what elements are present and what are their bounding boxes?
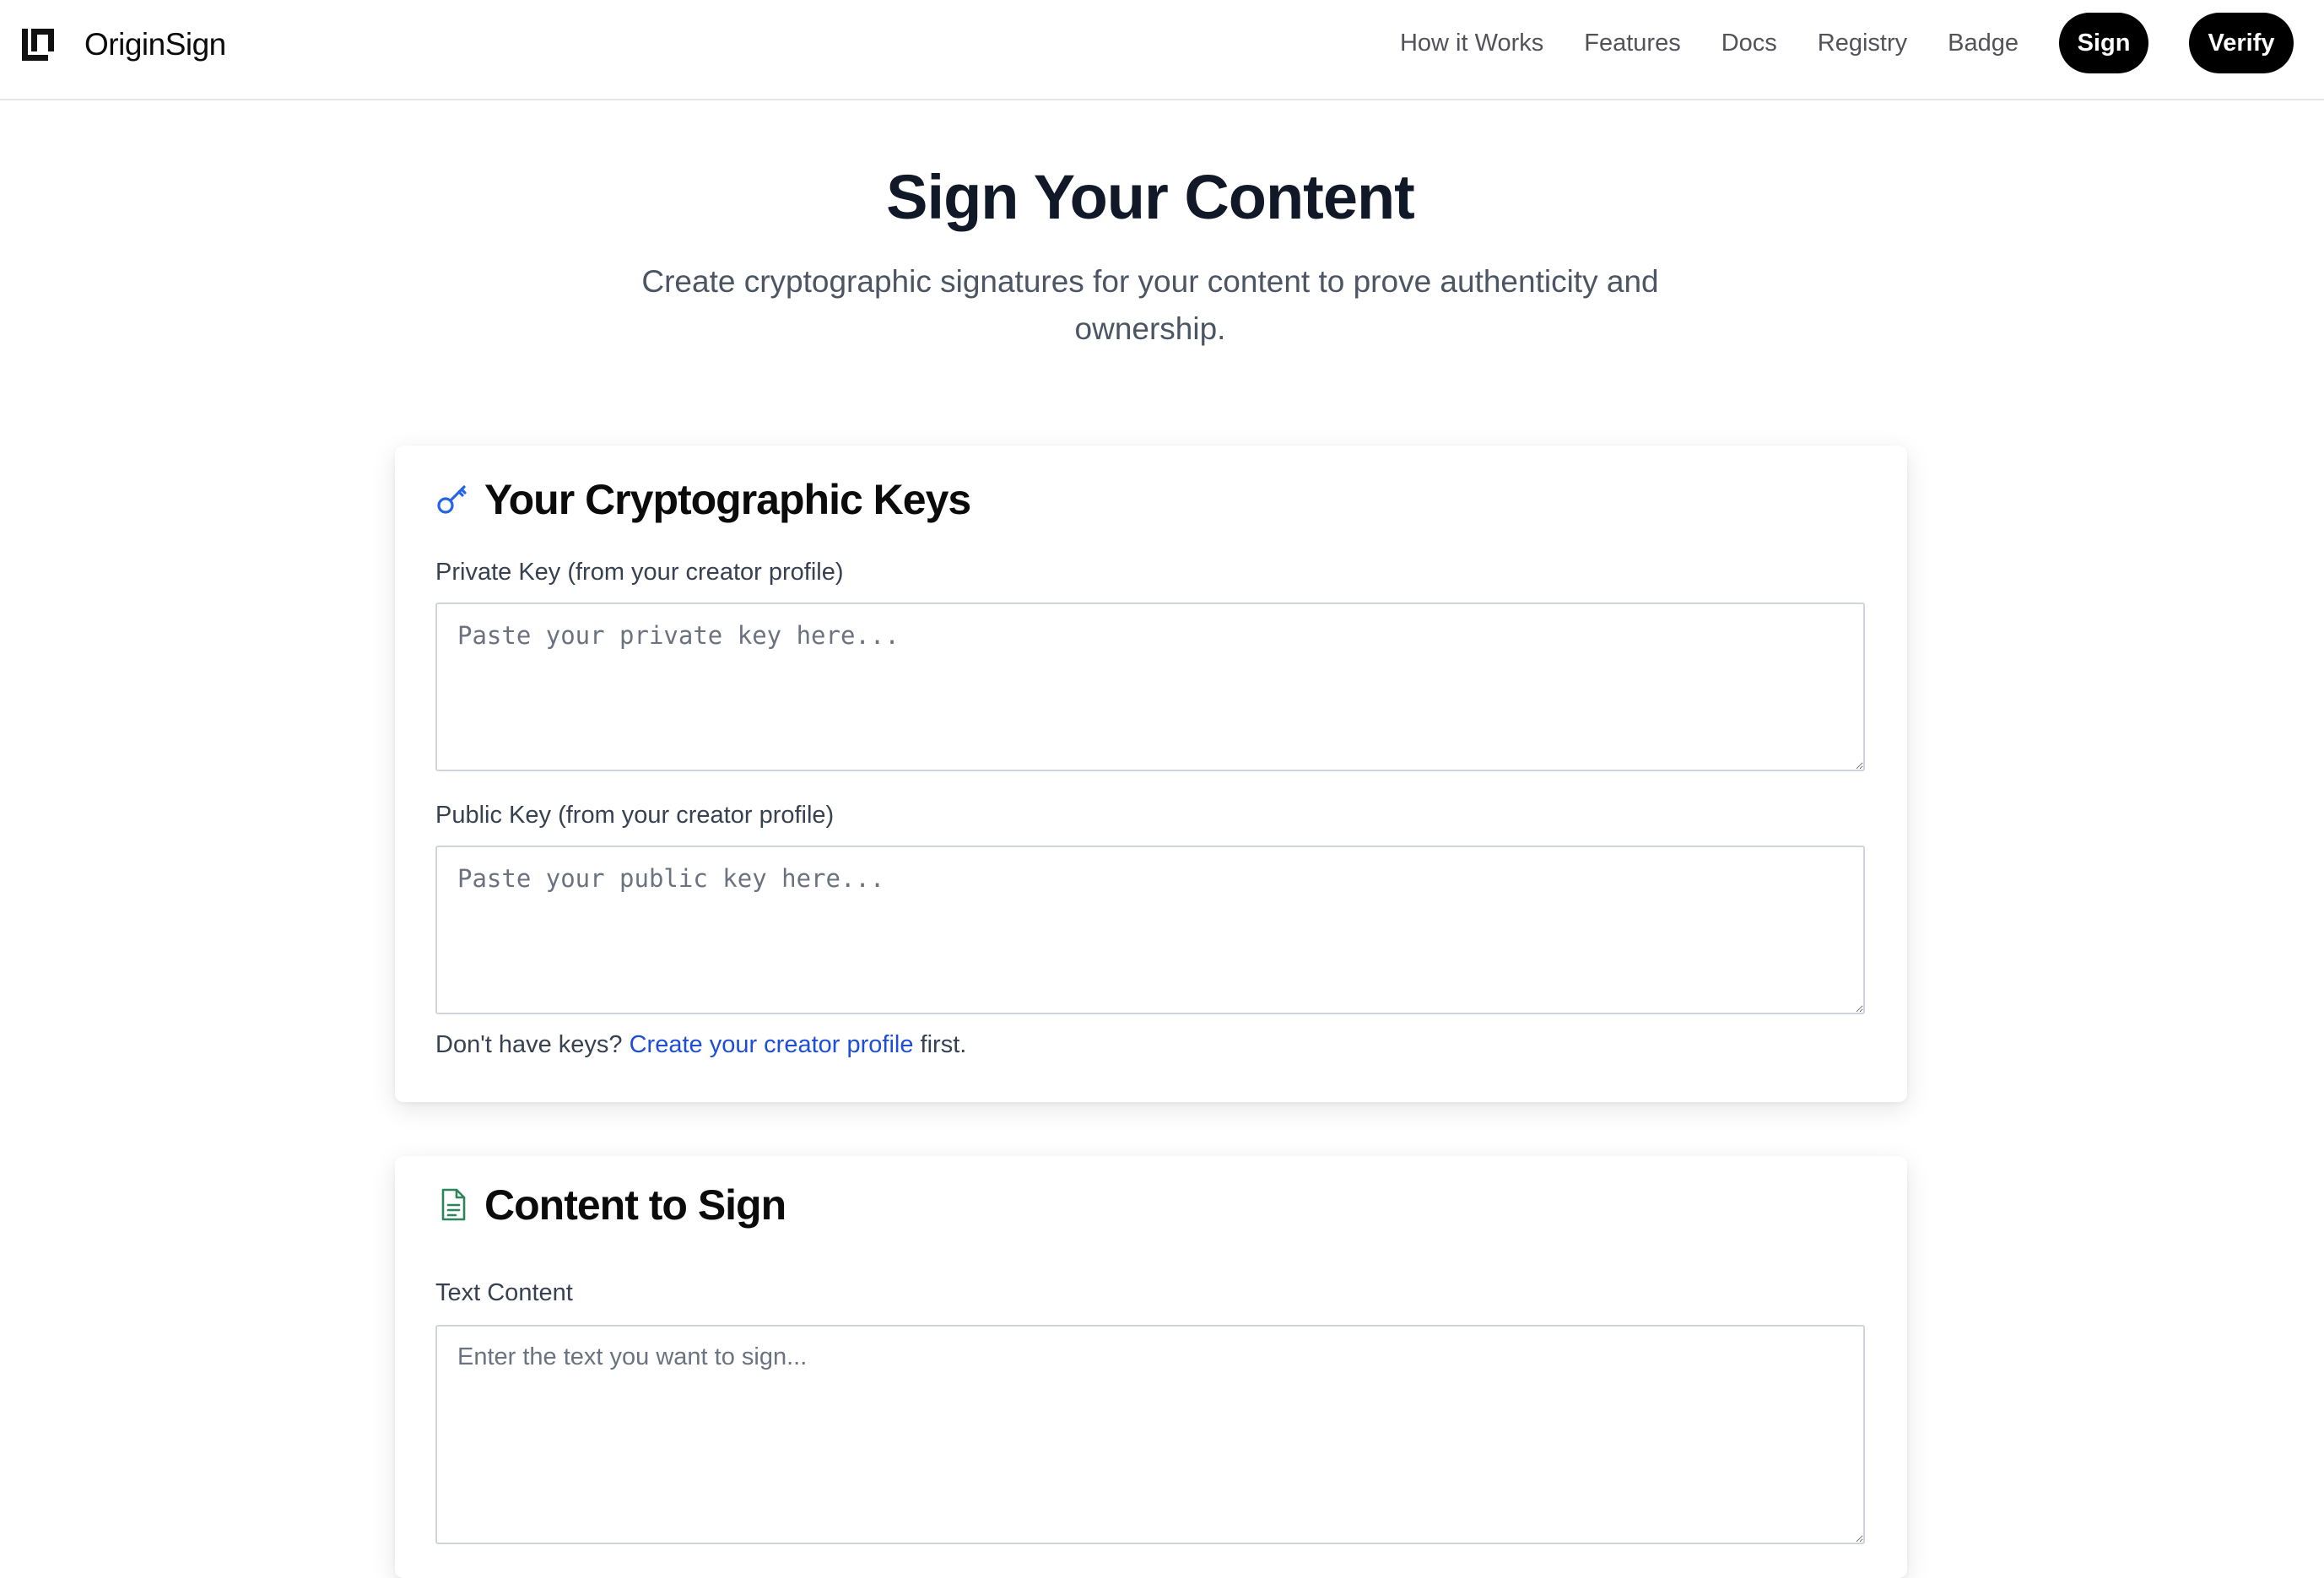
- document-icon: [441, 1188, 466, 1221]
- keys-card-title: Your Cryptographic Keys: [484, 476, 971, 523]
- private-key-label: Private Key (from your creator profile): [435, 559, 844, 586]
- keys-card-heading: Your Cryptographic Keys: [435, 473, 971, 527]
- verify-button[interactable]: Verify: [2189, 13, 2294, 73]
- nav-link-features[interactable]: Features: [1584, 30, 1680, 57]
- nav-link-registry[interactable]: Registry: [1818, 30, 1907, 57]
- page-title: Sign Your Content: [886, 162, 1415, 232]
- private-key-input[interactable]: [435, 603, 1865, 771]
- text-content-label: Text Content: [435, 1279, 573, 1306]
- keys-help-prefix: Don't have keys?: [435, 1031, 630, 1058]
- public-key-label: Public Key (from your creator profile): [435, 802, 835, 829]
- create-profile-link[interactable]: Create your creator profile: [630, 1031, 914, 1058]
- page-subtitle: Create cryptographic signatures for your…: [641, 264, 1659, 346]
- brand-name: OriginSign: [84, 27, 226, 62]
- page-subtitle-wrap: Create cryptographic signatures for your…: [0, 258, 2300, 353]
- nav-link-docs[interactable]: Docs: [1721, 30, 1777, 57]
- nav-links: How it Works Features Docs Registry Badg…: [1400, 12, 2294, 74]
- public-key-input[interactable]: [435, 846, 1865, 1014]
- key-icon: [437, 485, 467, 514]
- keys-help-text: Don't have keys? Create your creator pro…: [435, 1031, 966, 1059]
- text-content-input[interactable]: [435, 1325, 1865, 1544]
- content-card-title: Content to Sign: [484, 1181, 786, 1229]
- nav-link-badge[interactable]: Badge: [1948, 30, 2019, 57]
- top-navbar: OriginSign How it Works Features Docs Re…: [0, 0, 2324, 100]
- content-card: Content to Sign Text Content: [395, 1156, 1907, 1578]
- sign-button[interactable]: Sign: [2059, 13, 2148, 73]
- brand-link[interactable]: OriginSign: [22, 25, 226, 64]
- nav-link-how-it-works[interactable]: How it Works: [1400, 30, 1543, 57]
- keys-help-suffix: first.: [913, 1031, 967, 1058]
- content-card-heading: Content to Sign: [435, 1178, 786, 1232]
- brand-logo-icon: [22, 29, 54, 61]
- keys-card: Your Cryptographic Keys Private Key (fro…: [395, 446, 1907, 1102]
